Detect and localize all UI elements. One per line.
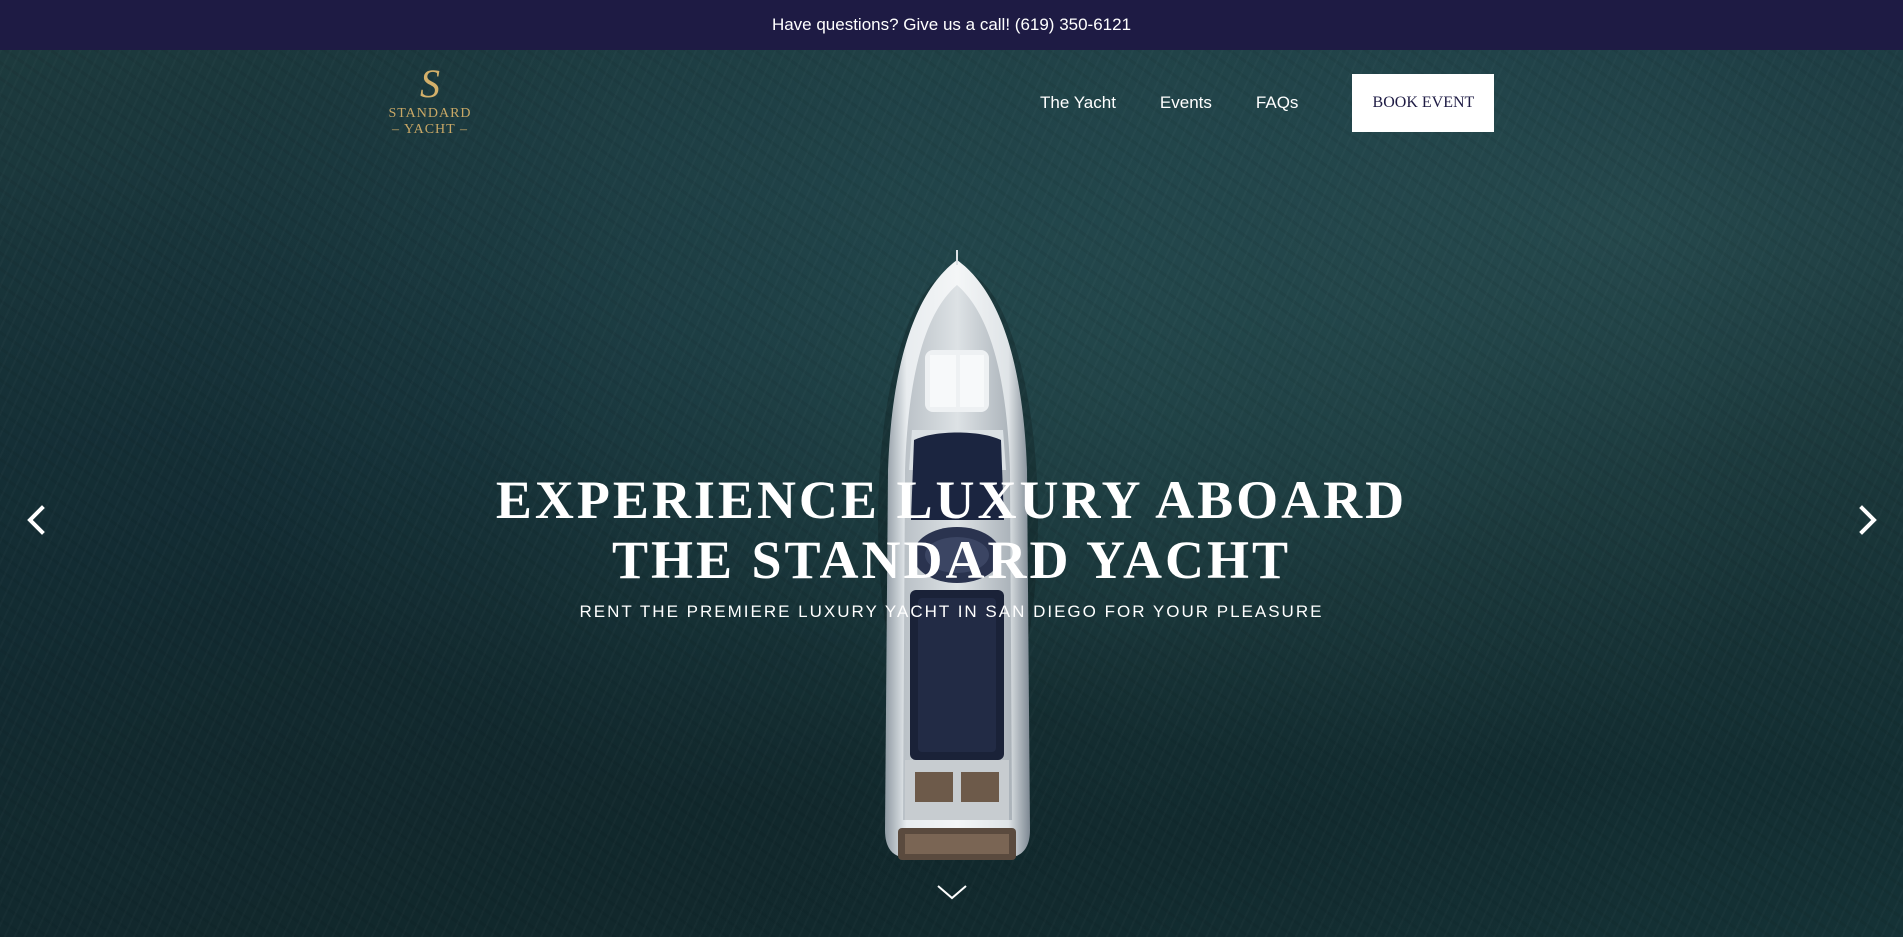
chevron-left-icon[interactable]	[18, 500, 58, 540]
logo-text-yacht: – YACHT –	[392, 122, 468, 137]
hero-content: EXPERIENCE LUXURY ABOARD THE STANDARD YA…	[0, 470, 1903, 622]
chevron-right-icon[interactable]	[1846, 500, 1886, 540]
chevron-down-icon[interactable]	[932, 880, 972, 904]
site-header: S STANDARD – YACHT – The Yacht Events FA…	[0, 50, 1903, 160]
nav-link-events[interactable]: Events	[1160, 93, 1212, 113]
announcement-text[interactable]: Have questions? Give us a call! (619) 35…	[772, 15, 1131, 35]
nav-link-faqs[interactable]: FAQs	[1256, 93, 1299, 113]
book-event-button[interactable]: BOOK EVENT	[1352, 74, 1495, 132]
hero-title: EXPERIENCE LUXURY ABOARD THE STANDARD YA…	[495, 470, 1408, 590]
logo-text-standard: STANDARD	[388, 106, 472, 121]
announcement-bar: Have questions? Give us a call! (619) 35…	[0, 0, 1903, 50]
logo-monogram: S	[420, 61, 440, 106]
hero-subtitle: RENT THE PREMIERE LUXURY YACHT IN SAN DI…	[579, 602, 1324, 621]
nav-link-the-yacht[interactable]: The Yacht	[1040, 93, 1116, 113]
main-nav: The Yacht Events FAQs BOOK EVENT	[1040, 74, 1495, 132]
site-logo[interactable]: S STANDARD – YACHT –	[380, 62, 480, 152]
